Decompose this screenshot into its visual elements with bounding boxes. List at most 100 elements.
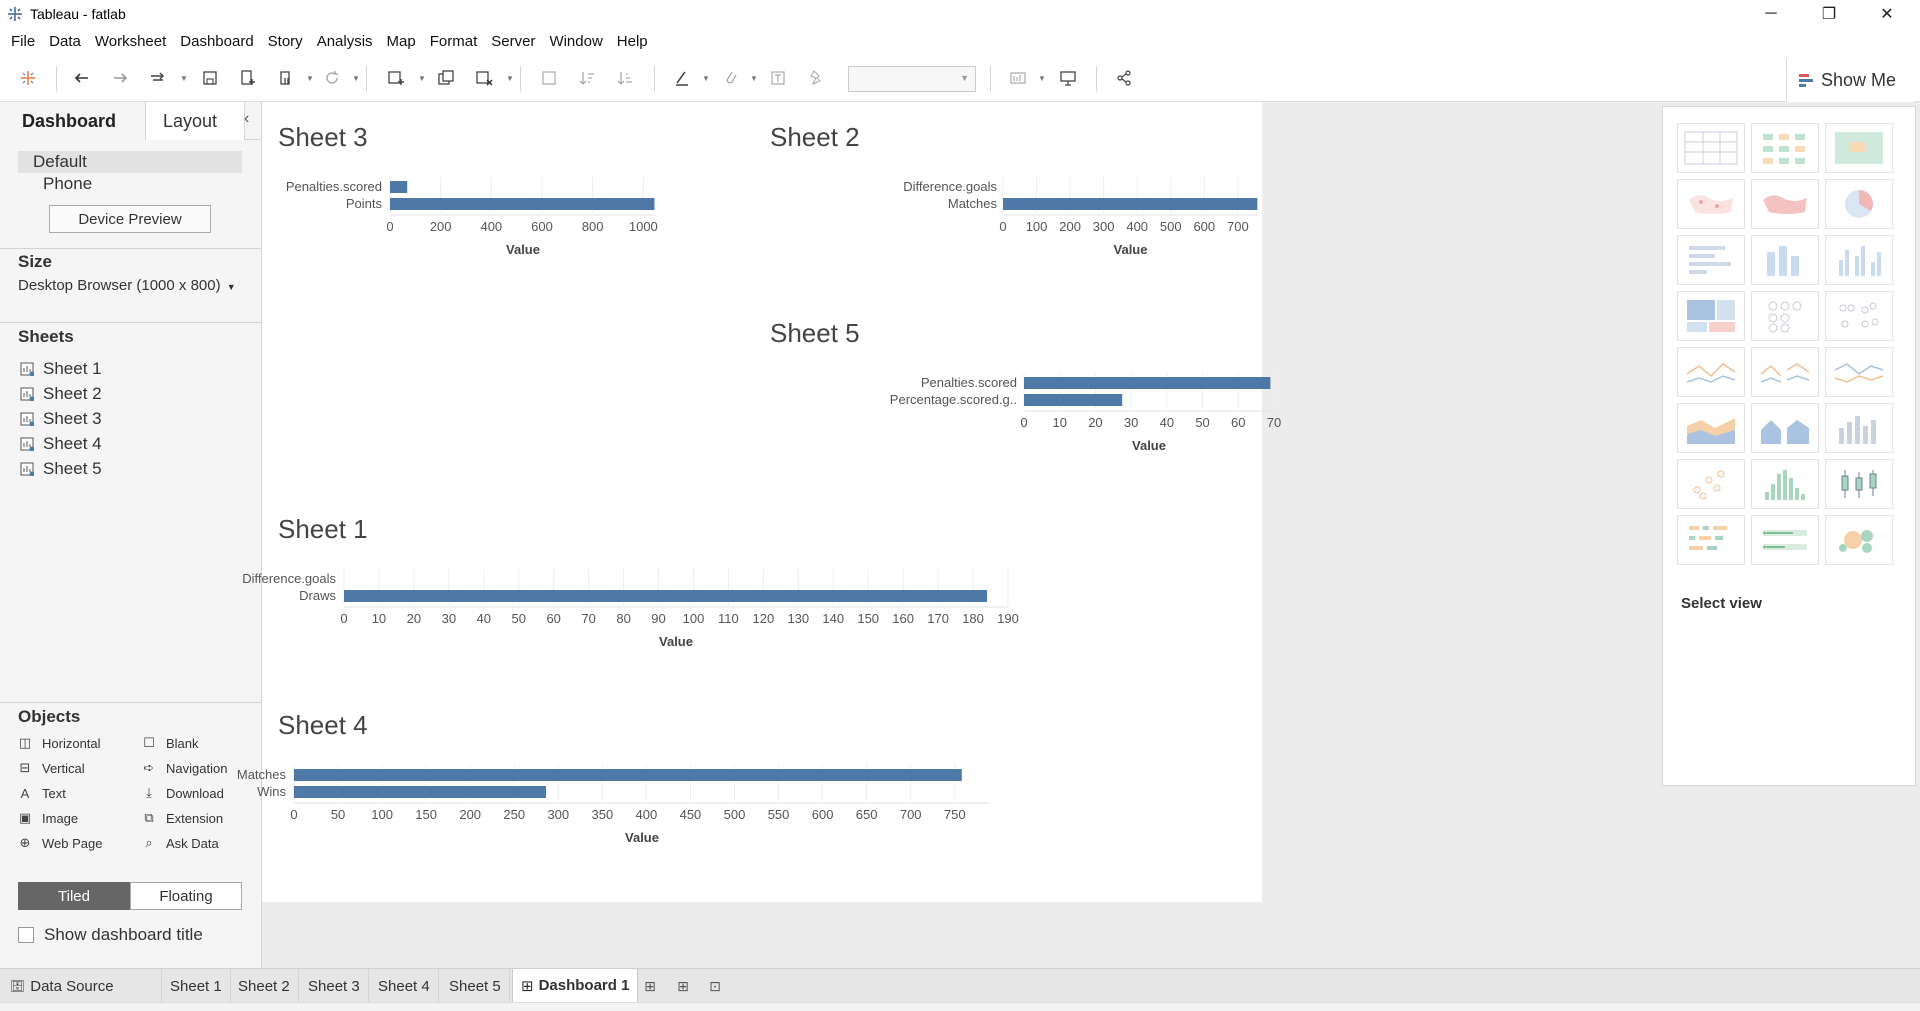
object-text[interactable]: A Text (18, 784, 66, 802)
sheet1-chart[interactable]: Difference.goals Draws 0 10 20 30 40 50 60 70 80 90… (242, 549, 1262, 699)
viz-discrete-lines[interactable] (1751, 347, 1819, 397)
new-worksheet-icon[interactable] (382, 64, 410, 92)
tab-sheet-2[interactable]: Sheet 2 (230, 969, 299, 1003)
fit-dropdown[interactable]: ▼ (848, 66, 976, 92)
object-image[interactable]: ▣ Image (18, 809, 78, 827)
tab-sheet-3[interactable]: Sheet 3 (300, 969, 369, 1003)
object-ask-data[interactable]: ⌕ Ask Data (142, 834, 218, 852)
viz-bullet-graph[interactable] (1751, 515, 1819, 565)
viz-symbol-map[interactable] (1677, 179, 1745, 229)
bar[interactable] (390, 181, 408, 193)
viz-horizontal-bars[interactable] (1677, 235, 1745, 285)
sheet2-chart[interactable]: Difference.goals Matches0 100 200 300 400 500 6… (762, 157, 1262, 307)
object-blank[interactable]: ☐ Blank (142, 734, 198, 752)
tab-sheet-4[interactable]: Sheet 4 (370, 969, 439, 1003)
device-default[interactable]: Default (18, 151, 242, 173)
menu-server[interactable]: Server (484, 33, 542, 50)
show-hide-cards-icon[interactable] (1004, 64, 1032, 92)
swap-icon[interactable] (535, 64, 563, 92)
bar[interactable] (1003, 198, 1258, 210)
viz-heat-map[interactable] (1751, 123, 1819, 173)
show-me-button[interactable]: Show Me (1786, 58, 1914, 102)
menu-worksheet[interactable]: Worksheet (88, 33, 173, 50)
bar[interactable] (344, 590, 988, 602)
menu-file[interactable]: File (4, 33, 42, 50)
sheet5-chart[interactable]: Penalties.scored Percentage.scored.g..0 10… (762, 353, 1281, 503)
labels-icon[interactable] (764, 64, 792, 92)
viz-dual-lines[interactable] (1825, 347, 1893, 397)
viz-text-table[interactable] (1677, 123, 1745, 173)
viz-continuous-lines[interactable] (1677, 347, 1745, 397)
viz-side-by-side-circles[interactable] (1825, 291, 1893, 341)
presentation-mode-icon[interactable] (1054, 64, 1082, 92)
sheet-list-item-5[interactable]: Sheet 5 (20, 458, 102, 480)
menu-analysis[interactable]: Analysis (310, 33, 380, 50)
viz-box-whisker[interactable] (1825, 459, 1893, 509)
bar[interactable] (294, 769, 962, 781)
replay-icon[interactable] (144, 64, 172, 92)
new-story-tab-icon[interactable]: ⊡ (705, 977, 725, 995)
group-icon[interactable] (716, 64, 744, 92)
close-button[interactable]: ✕ (1864, 0, 1910, 28)
viz-packed-bubbles[interactable] (1825, 515, 1893, 565)
redo-icon[interactable] (106, 64, 134, 92)
viz-circle-views[interactable] (1751, 291, 1819, 341)
sheet-list-item-2[interactable]: Sheet 2 (20, 383, 102, 405)
sort-ascending-icon[interactable] (573, 64, 601, 92)
sheet-list-item-3[interactable]: Sheet 3 (20, 408, 102, 430)
object-extension[interactable]: ⧉ Extension (142, 809, 223, 827)
size-dropdown[interactable]: Desktop Browser (1000 x 800) ▼ (18, 277, 236, 294)
pause-updates-icon[interactable] (272, 64, 300, 92)
save-icon[interactable] (196, 64, 224, 92)
object-vertical[interactable]: ⊟ Vertical (18, 759, 85, 777)
new-data-source-icon[interactable] (234, 64, 262, 92)
duplicate-icon[interactable] (432, 64, 460, 92)
tableau-home-icon[interactable] (14, 64, 42, 92)
viz-highlight-table[interactable] (1825, 123, 1893, 173)
viz-side-by-side-bars[interactable] (1825, 235, 1893, 285)
viz-area-discrete[interactable] (1751, 403, 1819, 453)
viz-area-continuous[interactable] (1677, 403, 1745, 453)
bar[interactable] (294, 786, 546, 798)
minimize-button[interactable]: ─ (1748, 0, 1794, 28)
bar[interactable] (1024, 394, 1123, 406)
refresh-icon[interactable] (318, 64, 346, 92)
viz-stacked-bars[interactable] (1751, 235, 1819, 285)
viz-dual-combination[interactable] (1825, 403, 1893, 453)
collapse-pane-icon[interactable]: ‹ (244, 110, 249, 128)
sheet-list-item-1[interactable]: Sheet 1 (20, 358, 102, 380)
undo-icon[interactable] (68, 64, 96, 92)
menu-dashboard[interactable]: Dashboard (173, 33, 260, 50)
viz-gantt[interactable] (1677, 515, 1745, 565)
viz-filled-map[interactable] (1751, 179, 1819, 229)
clear-sheet-icon[interactable] (470, 64, 498, 92)
highlight-icon[interactable] (668, 64, 696, 92)
object-download[interactable]: ⤓ Download (142, 784, 224, 802)
viz-pie-chart[interactable] (1825, 179, 1893, 229)
device-preview-button[interactable]: Device Preview (49, 205, 211, 233)
viz-histogram[interactable] (1751, 459, 1819, 509)
pin-icon[interactable] (802, 64, 830, 92)
show-dashboard-title-row[interactable]: Show dashboard title (18, 925, 203, 945)
floating-toggle[interactable]: Floating (130, 882, 242, 910)
menu-help[interactable]: Help (610, 33, 655, 50)
sheet-list-item-4[interactable]: Sheet 4 (20, 433, 102, 455)
new-worksheet-tab-icon[interactable]: ⊞ (640, 977, 660, 995)
viz-treemap[interactable] (1677, 291, 1745, 341)
menu-story[interactable]: Story (261, 33, 310, 50)
tab-layout[interactable]: Layout (145, 102, 245, 140)
sheet3-chart[interactable]: Penalties.scored Points0 200 400 600 800 1000 V… (262, 157, 762, 307)
replay-dropdown-icon[interactable]: ▼ (180, 74, 188, 83)
restore-button[interactable]: ❐ (1806, 0, 1852, 28)
object-web-page[interactable]: ⊕ Web Page (18, 834, 103, 852)
new-dashboard-tab-icon[interactable]: ⊞ (673, 977, 693, 995)
sort-descending-icon[interactable] (611, 64, 639, 92)
object-navigation[interactable]: ➪ Navigation (142, 759, 228, 777)
bar[interactable] (390, 198, 655, 210)
device-phone[interactable]: Phone (18, 173, 242, 195)
tab-sheet-5[interactable]: Sheet 5 (441, 969, 510, 1003)
bar[interactable] (1024, 377, 1271, 389)
menu-window[interactable]: Window (542, 33, 609, 50)
tab-dashboard-1[interactable]: ⊞ Dashboard 1 (512, 969, 639, 1003)
tiled-toggle[interactable]: Tiled (18, 882, 130, 910)
